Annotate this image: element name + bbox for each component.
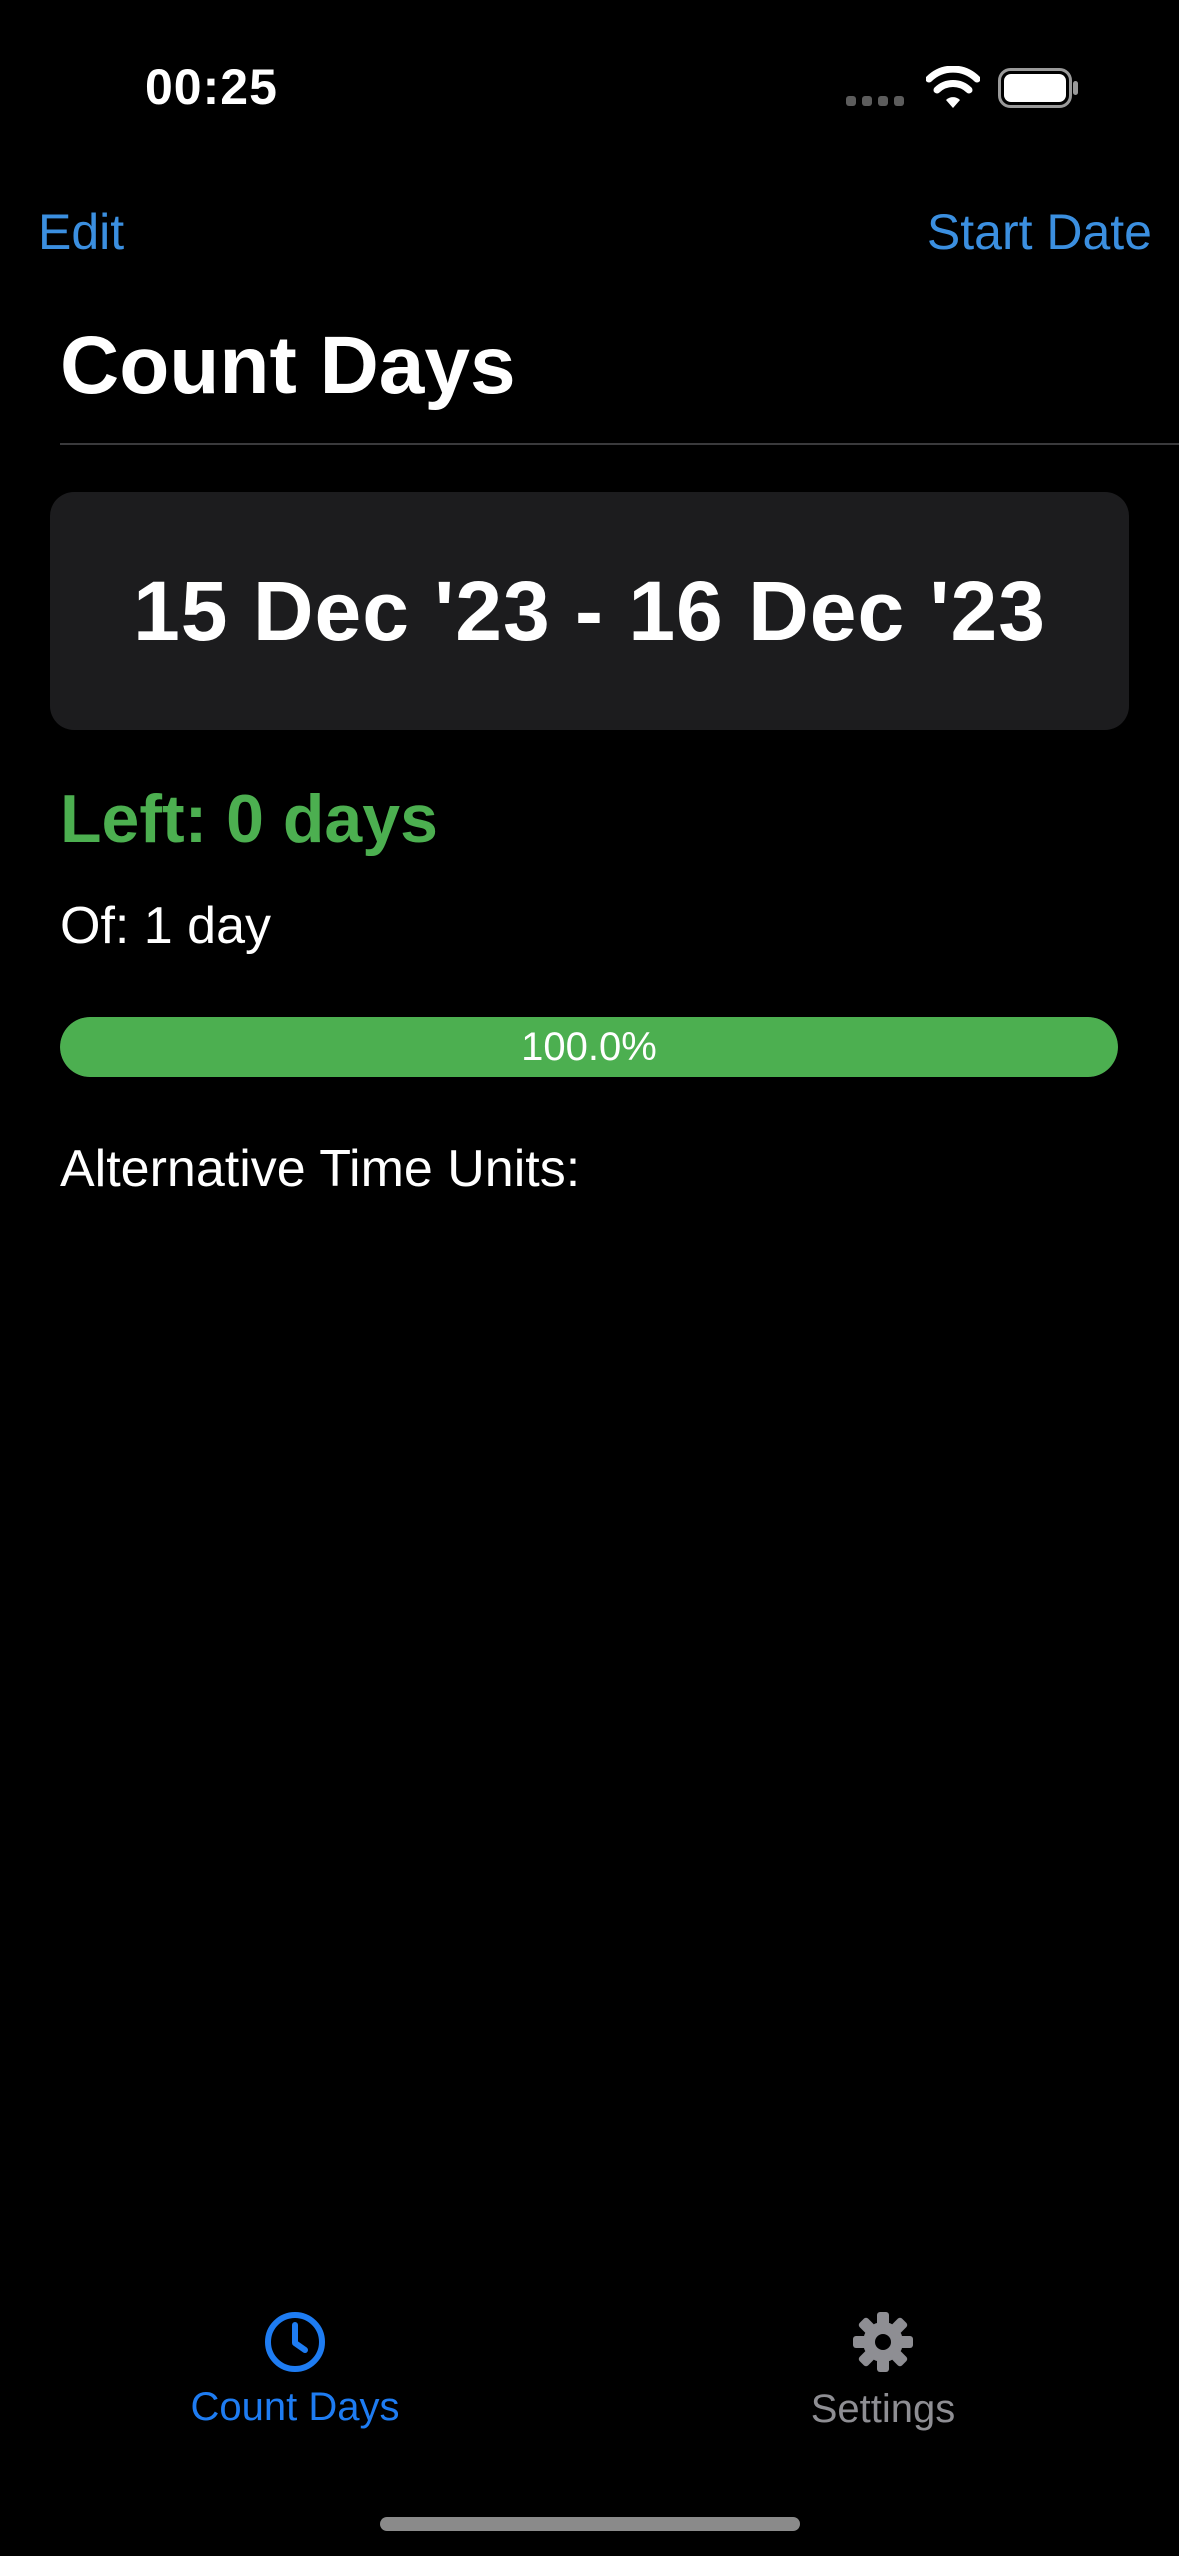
battery-icon bbox=[998, 68, 1078, 108]
tab-settings-label: Settings bbox=[810, 2387, 956, 2431]
tab-count-days-label: Count Days bbox=[190, 2385, 400, 2429]
start-date-button[interactable]: Start Date bbox=[927, 200, 1152, 264]
cellular-signal-icon bbox=[846, 96, 906, 106]
edit-button[interactable]: Edit bbox=[38, 200, 124, 264]
tab-settings[interactable]: Settings bbox=[733, 2310, 1033, 2434]
date-range-text: 15 Dec '23 - 16 Dec '23 bbox=[133, 564, 1046, 658]
wifi-icon bbox=[926, 66, 980, 108]
home-indicator[interactable] bbox=[380, 2517, 800, 2531]
date-range-card[interactable]: 15 Dec '23 - 16 Dec '23 bbox=[50, 492, 1129, 730]
gear-icon bbox=[853, 2312, 913, 2372]
progress-bar: 100.0% bbox=[60, 1017, 1118, 1077]
status-bar-time: 00:25 bbox=[145, 59, 278, 115]
progress-percentage: 100.0% bbox=[521, 1024, 657, 1069]
clock-icon bbox=[265, 2312, 325, 2372]
page-title: Count Days bbox=[60, 320, 516, 411]
total-days-label: Of: 1 day bbox=[60, 897, 271, 955]
title-divider bbox=[60, 443, 1179, 445]
days-left-label: Left: 0 days bbox=[60, 781, 438, 857]
alternative-time-units-heading: Alternative Time Units: bbox=[60, 1140, 581, 1198]
tab-count-days[interactable]: Count Days bbox=[145, 2310, 445, 2432]
